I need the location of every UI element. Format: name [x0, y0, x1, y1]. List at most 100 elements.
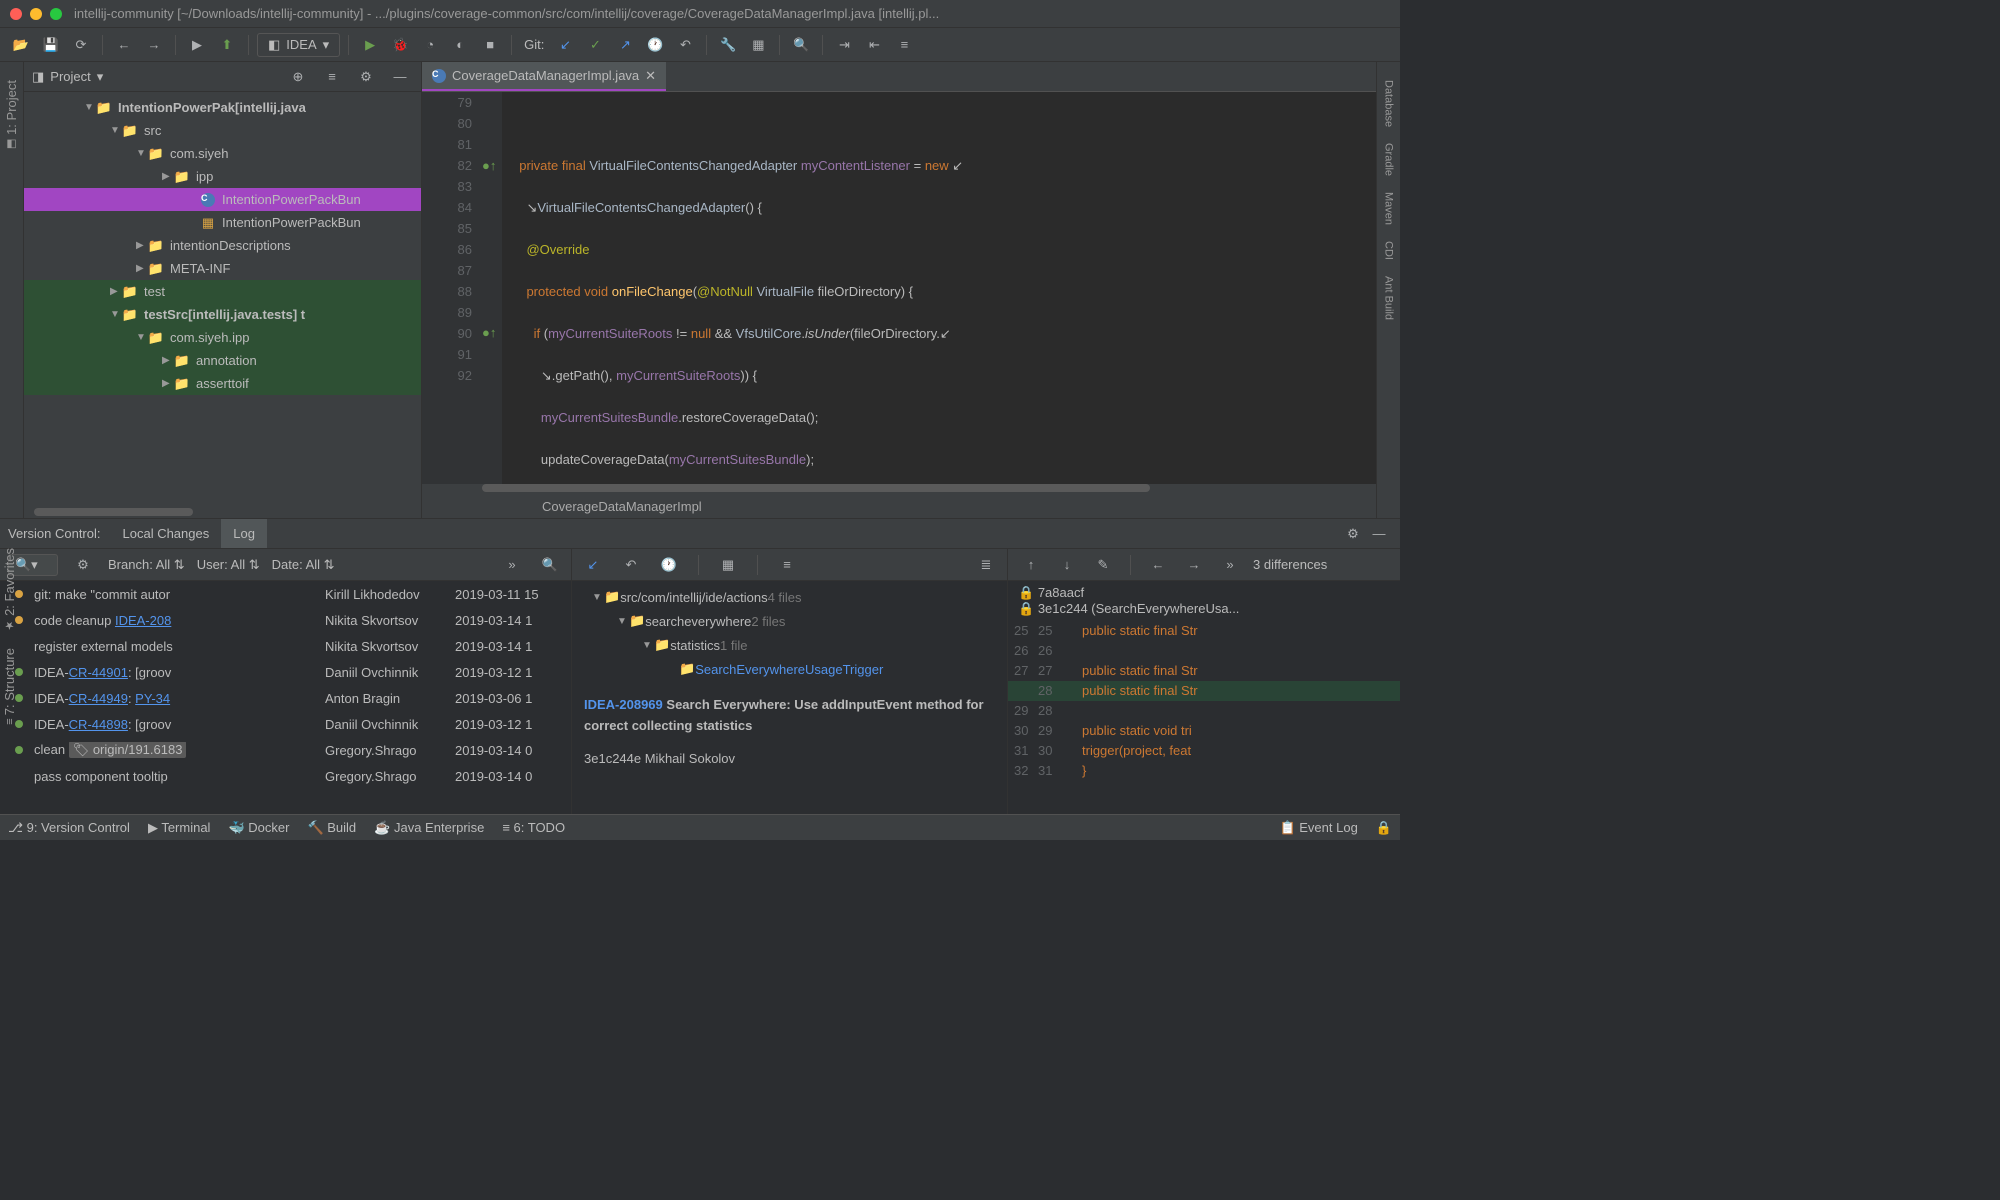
tool2-icon[interactable]: ⇤	[861, 32, 887, 58]
refresh-icon[interactable]: ⟳	[68, 32, 94, 58]
tree-item[interactable]: ▦IntentionPowerPackBun	[24, 211, 421, 234]
tree-item[interactable]: ▼📁src	[24, 119, 421, 142]
date-filter[interactable]: Date: All ⇅	[272, 557, 335, 573]
revert-icon[interactable]: ↶	[618, 552, 644, 578]
diff-next-icon[interactable]: →	[1181, 552, 1207, 578]
diff-edit-icon[interactable]: ✎	[1090, 552, 1116, 578]
minimize-window[interactable]	[30, 8, 42, 20]
file-item[interactable]: ▼ 📁 statistics 1 file	[572, 633, 1007, 657]
right-tool-button[interactable]: Ant Build	[1381, 268, 1397, 328]
right-tool-button[interactable]: Database	[1381, 72, 1397, 135]
expand-icon[interactable]: ≡	[319, 64, 345, 90]
tree-item[interactable]: ▶📁intentionDescriptions	[24, 234, 421, 257]
tree-item[interactable]: ▶📁test	[24, 280, 421, 303]
status-lock-icon[interactable]: 🔒	[1376, 820, 1392, 836]
commit-row[interactable]: code cleanup IDEA-208Nikita Skvortsov201…	[0, 607, 571, 633]
right-tool-button[interactable]: Gradle	[1381, 135, 1397, 184]
tool3-icon[interactable]: ≡	[891, 32, 917, 58]
code-area[interactable]: private final VirtualFileContentsChanged…	[502, 92, 1376, 484]
diff-down-icon[interactable]: ↓	[1054, 552, 1080, 578]
gear-icon[interactable]: ⚙	[353, 64, 379, 90]
commit-row[interactable]: IDEA-CR-44949: PY-34Anton Bragin2019-03-…	[0, 685, 571, 711]
structure-tool-button[interactable]: ≡ 7: Structure	[0, 640, 19, 733]
close-tab-icon[interactable]: ✕	[645, 68, 656, 84]
stop-icon[interactable]: ⬆	[214, 32, 240, 58]
tree-item[interactable]: ▼📁IntentionPowerPak [intellij.java	[24, 96, 421, 119]
commits-list[interactable]: git: make "commit autorKirill Likhodedov…	[0, 581, 571, 814]
favorites-tool-button[interactable]: ★ 2: Favorites	[0, 540, 19, 640]
tree-item[interactable]: ▶📁annotation	[24, 349, 421, 372]
back-icon[interactable]: ←	[111, 32, 137, 58]
project-structure-icon[interactable]: ▦	[745, 32, 771, 58]
right-tool-button[interactable]: Maven	[1381, 184, 1397, 233]
filter-gear-icon[interactable]: ⚙	[70, 552, 96, 578]
preview-icon[interactable]: ≣	[973, 552, 999, 578]
breadcrumb[interactable]: CoverageDataManagerImpl	[422, 494, 1376, 518]
run-config-selector[interactable]: ◧ IDEA ▾	[257, 33, 340, 57]
editor-content[interactable]: 7980818283848586878889909192 ●↑ ●↑ priva…	[422, 92, 1376, 484]
more-icon[interactable]: »	[499, 552, 525, 578]
commit-row[interactable]: IDEA-CR-44901: [groovDaniil Ovchinnik201…	[0, 659, 571, 685]
diff-more-icon[interactable]: »	[1217, 552, 1243, 578]
group-icon[interactable]: ▦	[715, 552, 741, 578]
open-icon[interactable]: 📂	[8, 32, 34, 58]
tree-item[interactable]: ▶📁META-INF	[24, 257, 421, 280]
settings-icon[interactable]: 🔧	[715, 32, 741, 58]
status-docker[interactable]: 🐳 Docker	[228, 820, 289, 836]
commit-row[interactable]: pass component tooltipGregory.Shrago2019…	[0, 763, 571, 789]
h-scrollbar[interactable]	[24, 508, 421, 518]
tree-item[interactable]: ▶📁ipp	[24, 165, 421, 188]
file-item[interactable]: ▼ 📁 searcheverywhere 2 files	[572, 609, 1007, 633]
file-item[interactable]: 📁 SearchEverywhereUsageTrigger	[572, 657, 1007, 681]
project-tool-button[interactable]: ◨ 1: Project	[2, 72, 21, 159]
stop-run-icon[interactable]: ■	[477, 32, 503, 58]
commit-row[interactable]: register external modelsNikita Skvortsov…	[0, 633, 571, 659]
git-commit-icon[interactable]: ✓	[582, 32, 608, 58]
run-icon[interactable]: ▶	[357, 32, 383, 58]
forward-icon[interactable]: →	[141, 32, 167, 58]
commit-row[interactable]: IDEA-CR-44898: [groovDaniil Ovchinnik201…	[0, 711, 571, 737]
commit-row[interactable]: clean 🏷 origin/191.6183Gregory.Shrago201…	[0, 737, 571, 763]
editor-h-scrollbar[interactable]	[422, 484, 1376, 494]
tool1-icon[interactable]: ⇥	[831, 32, 857, 58]
project-title[interactable]: Project	[50, 69, 90, 84]
profile-icon[interactable]: ◐	[447, 32, 473, 58]
git-update-icon[interactable]: ↙	[552, 32, 578, 58]
status-java-ee[interactable]: ☕ Java Enterprise	[374, 820, 484, 836]
dropdown-icon[interactable]: ▾	[97, 69, 104, 85]
tree-item[interactable]: ▼📁com.siyeh	[24, 142, 421, 165]
search-icon[interactable]: 🔍	[788, 32, 814, 58]
close-window[interactable]	[10, 8, 22, 20]
diff-prev-icon[interactable]: ←	[1145, 552, 1171, 578]
project-tree[interactable]: ▼📁IntentionPowerPak [intellij.java▼📁src▼…	[24, 92, 421, 508]
right-tool-button[interactable]: CDI	[1381, 233, 1397, 268]
tree-item[interactable]: ▼📁com.siyeh.ipp	[24, 326, 421, 349]
hide-icon[interactable]: —	[1366, 521, 1392, 547]
gear-icon[interactable]: ⚙	[1340, 521, 1366, 547]
tab-log[interactable]: Log	[221, 519, 267, 548]
coverage-icon[interactable]: ◔	[417, 32, 443, 58]
maximize-window[interactable]	[50, 8, 62, 20]
file-item[interactable]: ▼ 📁 src/com/intellij/ide/actions 4 files	[572, 585, 1007, 609]
run-with-coverage-icon[interactable]: ▶	[184, 32, 210, 58]
diff-up-icon[interactable]: ↑	[1018, 552, 1044, 578]
status-terminal[interactable]: ▶ Terminal	[148, 820, 211, 836]
diff-content[interactable]: 2525public static final Str26262727publi…	[1008, 621, 1400, 781]
status-vcs[interactable]: ⎇ 9: Version Control	[8, 820, 130, 836]
tree-item[interactable]: ▶📁asserttoif	[24, 372, 421, 395]
collapse-icon[interactable]: ↙	[580, 552, 606, 578]
expand-all-icon[interactable]: ≡	[774, 552, 800, 578]
branch-filter[interactable]: Branch: All ⇅	[108, 557, 185, 573]
status-build[interactable]: 🔨 Build	[307, 820, 356, 836]
changed-files-tree[interactable]: ▼ 📁 src/com/intellij/ide/actions 4 files…	[572, 581, 1007, 685]
tree-item[interactable]: CIntentionPowerPackBun	[24, 188, 421, 211]
commit-row[interactable]: git: make "commit autorKirill Likhodedov…	[0, 581, 571, 607]
search-icon[interactable]: 🔍	[537, 552, 563, 578]
git-history-icon[interactable]: 🕐	[642, 32, 668, 58]
save-icon[interactable]: 💾	[38, 32, 64, 58]
history-icon[interactable]: 🕐	[656, 552, 682, 578]
tab-local-changes[interactable]: Local Changes	[111, 519, 222, 548]
status-todo[interactable]: ≡ 6: TODO	[502, 820, 565, 835]
event-log[interactable]: 📋 Event Log	[1279, 820, 1357, 836]
tree-item[interactable]: ▼📁testSrc [intellij.java.tests] t	[24, 303, 421, 326]
